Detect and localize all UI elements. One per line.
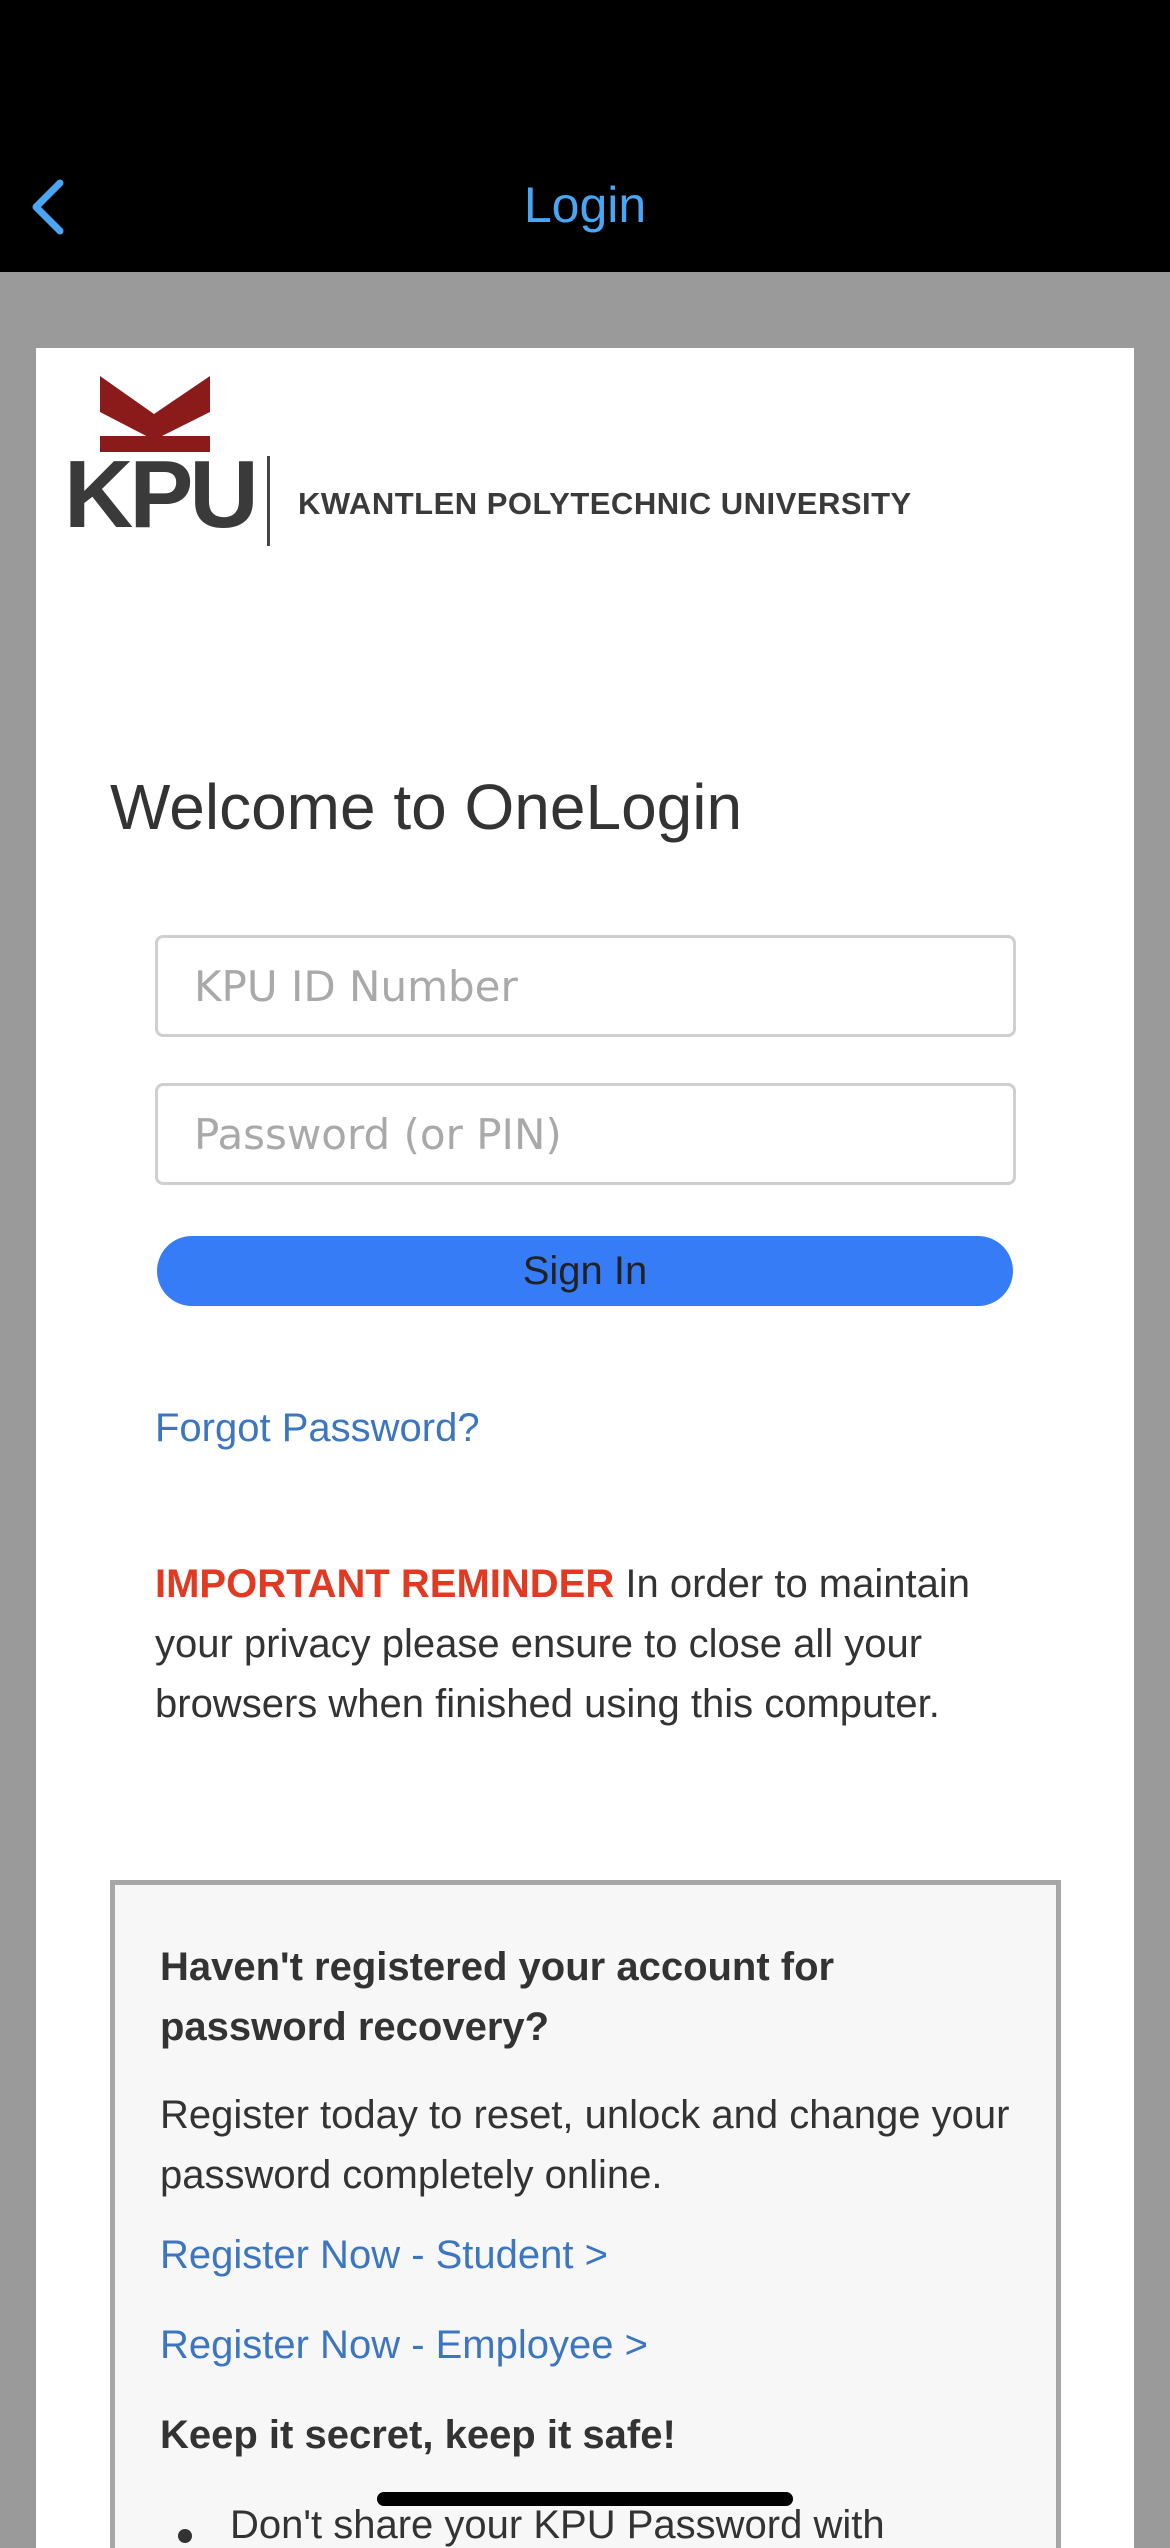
register-employee-link[interactable]: Register Now - Employee > <box>160 2323 648 2368</box>
kpu-logo: KPU KWANTLEN POLYTECHNIC UNIVERSITY <box>64 376 1014 548</box>
logo-divider <box>267 456 270 546</box>
privacy-reminder: IMPORTANT REMINDER In order to maintain … <box>155 1554 1035 1734</box>
keep-secret-heading: Keep it secret, keep it safe! <box>160 2413 676 2457</box>
register-student-link[interactable]: Register Now - Student > <box>160 2233 608 2278</box>
navigation-bar: Login <box>0 0 1170 272</box>
page-title: Login <box>523 177 647 233</box>
registration-box: Haven't registered your account for pass… <box>110 1880 1061 2548</box>
password-input[interactable] <box>155 1083 1016 1185</box>
logo-abbreviation: KPU <box>64 441 259 548</box>
welcome-heading: Welcome to OneLogin <box>110 771 743 843</box>
registration-heading: Haven't registered your account for pass… <box>160 1945 835 2049</box>
logo-university-name: KWANTLEN POLYTECHNIC UNIVERSITY <box>298 486 912 521</box>
kpu-id-input[interactable] <box>155 935 1016 1037</box>
login-card: KPU KWANTLEN POLYTECHNIC UNIVERSITY Welc… <box>36 348 1134 2548</box>
forgot-password-link[interactable]: Forgot Password? <box>155 1406 480 1451</box>
security-tip-item: Don't share your KPU Password with <box>178 2503 1050 2548</box>
registration-body: Register today to reset, unlock and chan… <box>160 2093 1010 2197</box>
home-indicator[interactable] <box>377 2492 793 2506</box>
important-reminder-label: IMPORTANT REMINDER <box>155 1562 615 1606</box>
sign-in-button[interactable]: Sign In <box>157 1236 1013 1306</box>
